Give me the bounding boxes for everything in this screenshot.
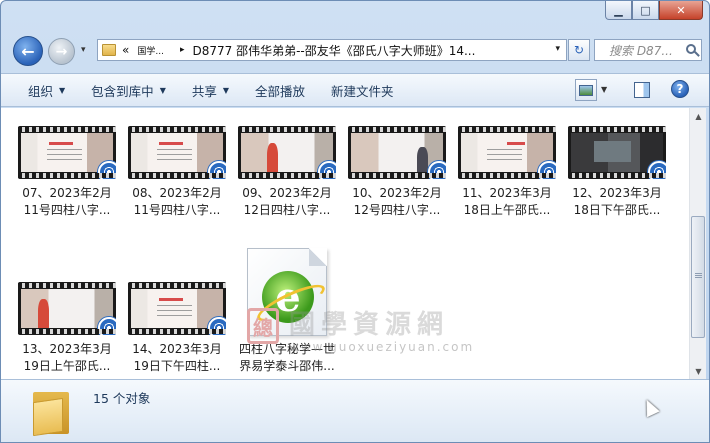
video-thumbnail [18, 126, 116, 179]
maximize-button[interactable]: □ [632, 1, 659, 20]
scroll-thumb[interactable] [691, 216, 705, 338]
html-document-icon: e [247, 248, 327, 336]
dropdown-arrow-icon: ▼ [159, 85, 166, 95]
change-view-button[interactable] [575, 79, 597, 101]
search-placeholder: 搜索 D87... [609, 43, 673, 58]
breadcrumb-part1[interactable]: 国学... [137, 44, 164, 57]
organize-menu[interactable]: 组织 ▼ [15, 81, 78, 100]
search-icon [686, 44, 696, 54]
view-icon [579, 84, 593, 96]
organize-label: 组织 [28, 83, 54, 99]
address-bar[interactable]: « 国学... ▸ D8777 邵伟华弟弟--邵友华《邵氏八字大师班》14...… [97, 39, 567, 61]
file-name: 四柱八字秘学—世 界易学泰斗邵伟... [238, 342, 335, 373]
explorer-window: ▁ □ ✕ ← → ▾ « 国学... ▸ D8777 邵伟华弟弟--邵友华《邵… [0, 0, 710, 443]
file-item[interactable]: 11、2023年3月 18日上午邵氏... [454, 126, 560, 219]
new-folder-button[interactable]: 新建文件夹 [318, 81, 407, 100]
folder-icon [33, 386, 69, 437]
address-dropdown[interactable]: ▾ [555, 44, 560, 54]
file-item[interactable]: 13、2023年3月 19日上午邵氏... [14, 282, 120, 375]
video-thumbnail [128, 282, 226, 335]
file-name: 07、2023年2月 11号四柱八字... [22, 186, 112, 217]
file-list: 07、2023年2月 11号四柱八字... 08、2023年2月 11号四柱八字..… [1, 108, 689, 379]
file-item[interactable]: 10、2023年2月 12号四柱八字... [344, 126, 450, 219]
vertical-scrollbar[interactable]: ▲ ▼ [689, 108, 706, 379]
include-library-menu[interactable]: 包含到库中 ▼ [78, 81, 179, 100]
video-thumbnail [18, 282, 116, 335]
video-reel-icon [98, 161, 116, 179]
include-library-label: 包含到库中 [91, 83, 154, 99]
file-item[interactable]: 09、2023年2月 12日四柱八字... [234, 126, 340, 219]
scroll-down-button[interactable]: ▼ [690, 363, 707, 379]
video-thumbnail [348, 126, 446, 179]
breadcrumb-part2[interactable]: D8777 邵伟华弟弟--邵友华《邵氏八字大师班》14... [192, 42, 475, 59]
search-input[interactable]: 搜索 D87... [594, 39, 702, 61]
help-button[interactable]: ? [671, 80, 689, 98]
folder-icon [102, 44, 116, 56]
video-reel-icon [648, 161, 666, 179]
file-name: 10、2023年2月 12号四柱八字... [352, 186, 442, 217]
play-all-button[interactable]: 全部播放 [242, 81, 318, 100]
file-name: 08、2023年2月 11号四柱八字... [132, 186, 222, 217]
file-item[interactable]: 07、2023年2月 11号四柱八字... [14, 126, 120, 219]
scroll-up-button[interactable]: ▲ [690, 108, 707, 124]
grip-icon [695, 273, 702, 279]
view-dropdown[interactable]: ▼ [601, 85, 607, 94]
refresh-button[interactable]: ↻ [568, 39, 590, 61]
caption-buttons: ▁ □ ✕ [605, 1, 703, 20]
internet-explorer-icon: e [262, 271, 314, 323]
video-reel-icon [208, 161, 226, 179]
video-thumbnail [568, 126, 666, 179]
video-thumbnail [238, 126, 336, 179]
video-thumbnail [458, 126, 556, 179]
file-name: 12、2023年3月 18日下午邵氏... [572, 186, 662, 217]
back-button[interactable]: ← [13, 36, 43, 66]
navigation-bar: ← → ▾ « 国学... ▸ D8777 邵伟华弟弟--邵友华《邵氏八字大师班… [1, 33, 709, 69]
share-menu[interactable]: 共享 ▼ [179, 81, 242, 100]
preview-pane-button[interactable] [634, 82, 650, 98]
close-button[interactable]: ✕ [659, 1, 703, 20]
video-reel-icon [318, 161, 336, 179]
file-item[interactable]: e 四柱八字秘学—世 界易学泰斗邵伟... [234, 248, 340, 375]
file-item[interactable]: 14、2023年3月 19日下午四柱... [124, 282, 230, 375]
minimize-button[interactable]: ▁ [605, 1, 632, 20]
video-thumbnail [128, 126, 226, 179]
video-reel-icon [98, 317, 116, 335]
file-name: 13、2023年3月 19日上午邵氏... [22, 342, 112, 373]
file-name: 11、2023年3月 18日上午邵氏... [462, 186, 552, 217]
file-name: 09、2023年2月 12日四柱八字... [242, 186, 332, 217]
dropdown-arrow-icon: ▼ [222, 85, 230, 95]
video-reel-icon [538, 161, 556, 179]
details-pane: 15 个对象 [1, 379, 709, 442]
dropdown-arrow-icon: ▼ [59, 85, 66, 95]
command-bar: 组织 ▼ 包含到库中 ▼ 共享 ▼ 全部播放 新建文件夹 ▼ ? [1, 73, 709, 107]
video-reel-icon [428, 161, 446, 179]
file-name: 14、2023年3月 19日下午四柱... [132, 342, 222, 373]
video-reel-icon [208, 317, 226, 335]
file-item[interactable]: 12、2023年3月 18日下午邵氏... [564, 126, 670, 219]
address-overflow[interactable]: « [122, 43, 129, 57]
share-label: 共享 [191, 83, 217, 99]
recent-pages-dropdown[interactable]: ▾ [81, 45, 86, 55]
file-item[interactable]: 08、2023年2月 11号四柱八字... [124, 126, 230, 219]
chevron-right-icon: ▸ [179, 45, 185, 55]
forward-button[interactable]: → [48, 38, 75, 65]
item-count: 15 个对象 [93, 391, 151, 406]
